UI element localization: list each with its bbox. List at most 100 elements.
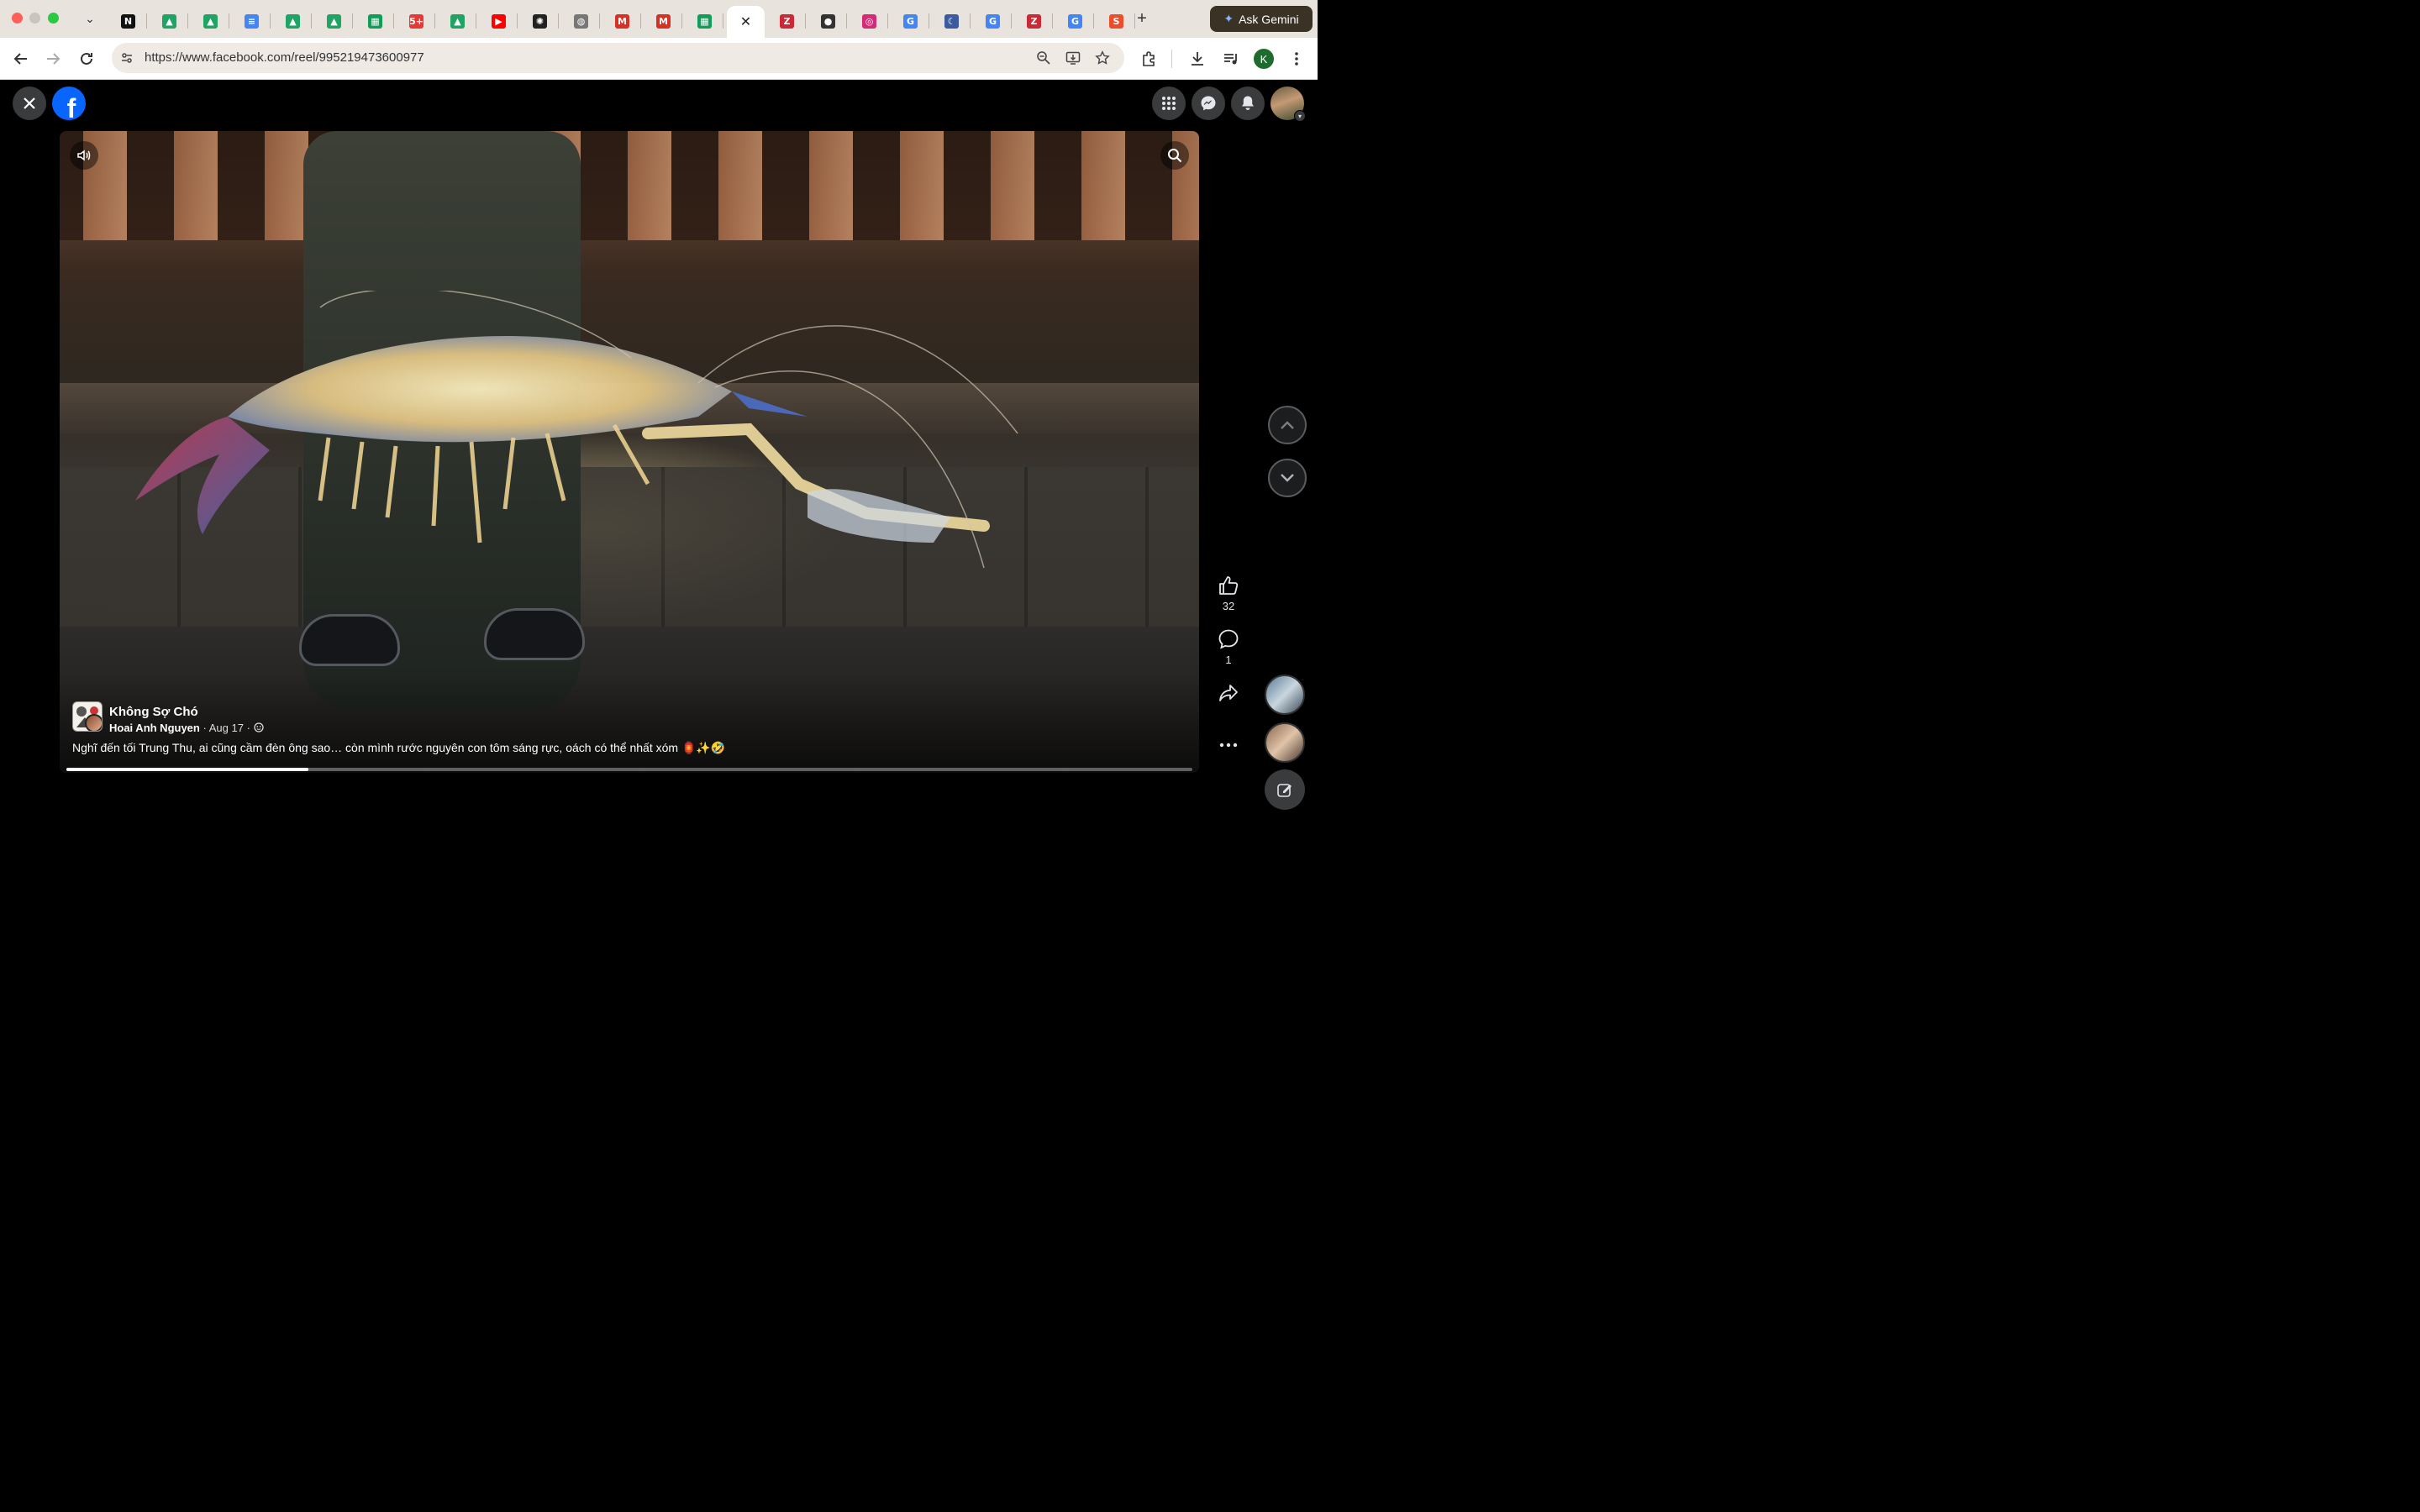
facebook-logo[interactable]: f <box>52 87 86 120</box>
shopping-bag-icon: S <box>1109 13 1123 29</box>
downloads-icon[interactable] <box>1186 48 1208 70</box>
browser-tab[interactable]: ▲ <box>274 6 312 36</box>
browser-tab[interactable]: Z <box>1015 6 1053 36</box>
comment-action[interactable]: 1 <box>1208 627 1249 666</box>
browser-tab[interactable]: G <box>892 6 929 36</box>
browser-tab[interactable]: ≡ <box>233 6 271 36</box>
comment-icon <box>1208 627 1249 652</box>
browser-tab[interactable]: ☾ <box>933 6 971 36</box>
speaker-icon <box>77 150 91 161</box>
browser-tab[interactable]: ✺ <box>521 6 559 36</box>
related-reel-thumbnail[interactable] <box>1265 722 1305 763</box>
notification-app-icon: 5+ <box>409 13 424 29</box>
tab-separator <box>270 13 271 29</box>
ask-gemini-button[interactable]: ✦ Ask Gemini <box>1210 6 1313 32</box>
video-progress-fill <box>66 768 309 771</box>
bookmark-star-icon[interactable] <box>1094 50 1111 66</box>
tab-separator <box>393 13 394 29</box>
close-icon[interactable]: ✕ <box>740 13 751 30</box>
google-translate-icon: G <box>903 13 918 29</box>
browser-tab[interactable]: ▲ <box>439 6 476 36</box>
like-count: 32 <box>1222 600 1235 612</box>
author-name-link[interactable]: Hoai Anh Nguyen <box>109 722 200 734</box>
browser-tab[interactable]: N <box>109 6 147 36</box>
media-controls-icon[interactable] <box>1220 48 1242 70</box>
browser-tab[interactable]: M <box>603 6 641 36</box>
previous-reel-button[interactable] <box>1268 406 1307 444</box>
browser-tab-strip: ⌄ N ▲ ▲ ≡ ▲ ▲ ▦ 5+ ▲ ▶ ✺ ◍ M M ▦ ✕ Z ● ◎ G ☾ G Z G S + ✦ Ask Gem… <box>0 0 1318 38</box>
browser-tab[interactable]: ● <box>809 6 847 36</box>
browser-tab[interactable]: G <box>1056 6 1094 36</box>
zotero-icon: Z <box>1027 13 1041 29</box>
new-tab-button[interactable]: + <box>1132 8 1152 29</box>
related-reel-thumbnail[interactable] <box>1265 675 1305 715</box>
tab-separator <box>352 13 353 29</box>
close-reel-button[interactable] <box>13 87 46 120</box>
browser-tab[interactable]: ▲ <box>315 6 353 36</box>
video-search-button[interactable] <box>1160 141 1189 170</box>
site-info-icon[interactable] <box>118 50 135 66</box>
back-arrow-icon <box>13 53 27 65</box>
tab-active[interactable]: ✕ <box>727 6 765 38</box>
post-date-link[interactable]: Aug 17 <box>209 722 244 734</box>
group-avatar[interactable] <box>72 701 103 732</box>
more-options-button[interactable] <box>1208 732 1249 758</box>
forward-button[interactable] <box>42 48 64 70</box>
author-avatar[interactable] <box>85 714 102 731</box>
browser-tab[interactable]: Z <box>768 6 806 36</box>
video-progress-bar[interactable] <box>66 768 1192 771</box>
address-bar[interactable]: https://www.facebook.com/reel/9952194736… <box>112 43 1124 73</box>
url-text[interactable]: https://www.facebook.com/reel/9952194736… <box>145 43 424 73</box>
browser-profile-avatar[interactable]: K <box>1254 49 1274 69</box>
browser-tab[interactable]: ▦ <box>686 6 723 36</box>
browser-menu-icon[interactable] <box>1286 48 1307 70</box>
reel-video[interactable]: Không Sợ Chó Hoai Anh Nguyen · Aug 17 · … <box>60 131 1199 773</box>
chevron-up-icon <box>1281 421 1294 429</box>
google-drive-icon: ▲ <box>286 13 300 29</box>
reel-caption: Nghĩ đến tối Trung Thu, ai cũng cầm đèn … <box>72 741 726 754</box>
bell-icon <box>1242 96 1254 110</box>
browser-tab[interactable]: ▲ <box>150 6 188 36</box>
grid-icon <box>1162 97 1176 110</box>
group-name-link[interactable]: Không Sợ Chó <box>109 705 198 719</box>
extensions-icon[interactable] <box>1138 48 1160 70</box>
comment-count: 1 <box>1225 654 1232 666</box>
minimize-window-button[interactable] <box>29 13 40 24</box>
back-button[interactable] <box>10 48 32 70</box>
tab-separator <box>681 13 682 29</box>
ask-gemini-label: Ask Gemini <box>1239 12 1299 26</box>
next-reel-button[interactable] <box>1268 459 1307 497</box>
messenger-button[interactable] <box>1192 87 1225 120</box>
browser-tab[interactable]: ▦ <box>356 6 394 36</box>
maximize-window-button[interactable] <box>48 13 59 24</box>
browser-tab[interactable]: ◍ <box>562 6 600 36</box>
browser-tab[interactable]: ◎ <box>850 6 888 36</box>
zotero-icon: Z <box>780 13 794 29</box>
tab-separator <box>434 13 435 29</box>
tab-separator <box>1093 13 1094 29</box>
like-action[interactable]: 32 <box>1208 573 1249 612</box>
shrimp-lantern-image <box>135 291 1018 569</box>
browser-tab[interactable]: ▲ <box>192 6 229 36</box>
browser-tab[interactable]: 5+ <box>397 6 435 36</box>
tab-search-dropdown-icon[interactable]: ⌄ <box>82 10 97 27</box>
menu-grid-button[interactable] <box>1152 87 1186 120</box>
create-reel-button[interactable] <box>1265 769 1305 810</box>
browser-tab[interactable]: G <box>974 6 1012 36</box>
account-avatar[interactable]: ▾ <box>1270 87 1306 122</box>
install-app-icon[interactable] <box>1065 50 1081 66</box>
share-action[interactable] <box>1208 680 1249 706</box>
reload-icon <box>81 52 92 65</box>
browser-tab[interactable]: S <box>1097 6 1135 36</box>
sound-toggle-button[interactable] <box>70 141 98 170</box>
zoom-out-icon[interactable] <box>1035 50 1052 66</box>
audience-public-icon <box>253 722 264 734</box>
google-translate-icon: G <box>986 13 1000 29</box>
google-icon: G <box>1068 13 1082 29</box>
thumbs-up-icon <box>1208 573 1249 598</box>
notifications-button[interactable] <box>1231 87 1265 120</box>
reload-button[interactable] <box>76 48 97 70</box>
browser-tab[interactable]: M <box>644 6 682 36</box>
close-window-button[interactable] <box>12 13 23 24</box>
browser-tab[interactable]: ▶ <box>480 6 518 36</box>
